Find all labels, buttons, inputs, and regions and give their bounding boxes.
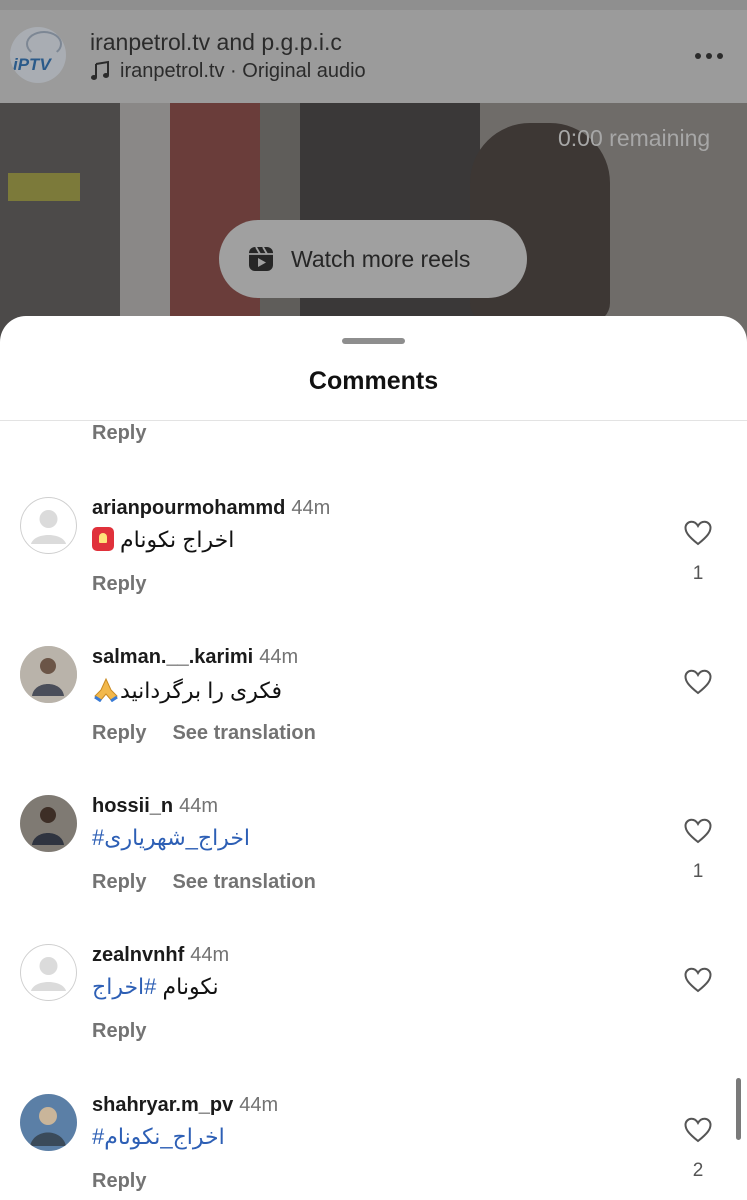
see-translation-button[interactable]: See translation [172,871,315,893]
reel-audio-label: iranpetrol.tv · Original audio [120,59,366,82]
comment-username[interactable]: zealnvnhf 44m [92,944,229,967]
hashtag-link[interactable]: #اخراج_شهریاری [92,825,250,850]
like-count: 1 [692,861,704,882]
heart-outline-icon[interactable] [684,669,712,695]
default-avatar-icon [20,944,77,1001]
reel-title[interactable]: iranpetrol.tv and p.g.p.i.c [90,29,342,56]
comment-text: نکونام #اخراج [92,974,219,1000]
comment-text: #اخراج_شهریاری [92,825,250,851]
comment-actions: Reply [92,573,146,596]
comment-time: 44m [291,497,331,519]
comments-sheet: Comments Reply arianpourmohammd 44m اخراج… [0,316,747,1200]
comment-time: 44m [179,795,219,817]
time-remaining: 0:00 remaining [558,125,711,151]
hashtag-link[interactable]: #اخراج [92,974,156,999]
like-count: 2 [692,1160,704,1181]
comment-item: hossii_n 44m #اخراج_شهریاری Reply See tran… [0,795,747,945]
video-logo-block [8,173,80,201]
reel-video[interactable]: 0:00 remaining Watch more reels [0,103,747,343]
watch-more-reels-button[interactable]: Watch more reels [219,220,527,298]
logo-arc [26,31,62,57]
username-text[interactable]: zealnvnhf [92,944,184,966]
watch-more-label: Watch more reels [291,245,471,272]
more-horizontal-icon[interactable] [693,44,725,68]
comment-time: 44m [259,646,299,668]
username-text[interactable]: hossii_n [92,795,173,817]
reply-button[interactable]: Reply [92,1170,146,1192]
username-text[interactable]: arianpourmohammd [92,497,285,519]
comment-body: فکری را برگردانید [120,678,283,703]
see-translation-button[interactable]: See translation [172,722,315,744]
comment-actions: Reply See translation [92,871,316,894]
comment-username[interactable]: salman.__.karimi 44m [92,646,298,669]
avatar-logo-text: iPTV [13,55,51,74]
top-strip [0,0,747,10]
avatar[interactable] [20,795,77,852]
sheet-title: Comments [308,367,439,395]
reply-button[interactable]: Reply [92,871,146,893]
default-avatar-icon [20,497,77,554]
reply-button[interactable]: Reply [92,422,146,445]
music-note-icon [91,60,109,80]
comment-text: اخراج نکونام [92,527,234,553]
avatar[interactable] [20,1094,77,1151]
comment-text: فکری را برگردانید [92,676,282,704]
comment-time: 44m [239,1094,279,1116]
username-text[interactable]: salman.__.karimi [92,646,253,668]
scrollbar[interactable] [736,1078,741,1140]
user-photo-icon [20,646,77,703]
username-text[interactable]: shahryar.m_pv [92,1094,233,1116]
reels-icon [249,246,273,271]
siren-emoji-icon [92,527,114,551]
comment-body: اخراج نکونام [120,527,235,552]
comment-actions: Reply [92,1170,146,1193]
comment-item: zealnvnhf 44m نکونام #اخراج Reply [0,944,747,1094]
comment-body: نکونام [162,974,219,999]
reel-audio-row[interactable]: iranpetrol.tv · Original audio [90,59,366,83]
avatar[interactable] [20,497,77,554]
heart-outline-icon[interactable] [684,967,712,993]
hashtag-link[interactable]: #اخراج_نکونام [92,1124,225,1149]
sheet-grabber[interactable] [342,338,405,344]
reply-button[interactable]: Reply [92,722,146,744]
reel-avatar[interactable]: iPTV [10,27,66,83]
comment-username[interactable]: shahryar.m_pv 44m [92,1094,278,1117]
reel-header: iPTV iranpetrol.tv and p.g.p.i.c iranpet… [0,0,747,103]
heart-outline-icon[interactable] [684,1117,712,1143]
user-photo-icon [20,1094,77,1151]
reply-button[interactable]: Reply [92,1020,146,1042]
comment-username[interactable]: hossii_n 44m [92,795,218,818]
comment-text: #اخراج_نکونام [92,1124,225,1150]
reply-button[interactable]: Reply [92,573,146,595]
comment-actions: Reply [92,1020,146,1043]
comment-actions: Reply See translation [92,722,316,745]
comment-item: arianpourmohammd 44m اخراج نکونام Reply 1 [0,497,747,647]
comment-time: 44m [190,944,230,966]
comment-username[interactable]: arianpourmohammd 44m [92,497,330,520]
avatar[interactable] [20,646,77,703]
sheet-divider [0,420,747,421]
praying-hands-emoji-icon [94,677,118,702]
user-photo-icon [20,795,77,852]
like-count: 1 [692,563,704,584]
comment-item: salman.__.karimi 44m فکری را برگردانید Re… [0,646,747,796]
avatar[interactable] [20,944,77,1001]
heart-outline-icon[interactable] [684,818,712,844]
heart-outline-icon[interactable] [684,520,712,546]
comment-item: shahryar.m_pv 44m #اخراج_نکونام Reply 2 [0,1094,747,1200]
